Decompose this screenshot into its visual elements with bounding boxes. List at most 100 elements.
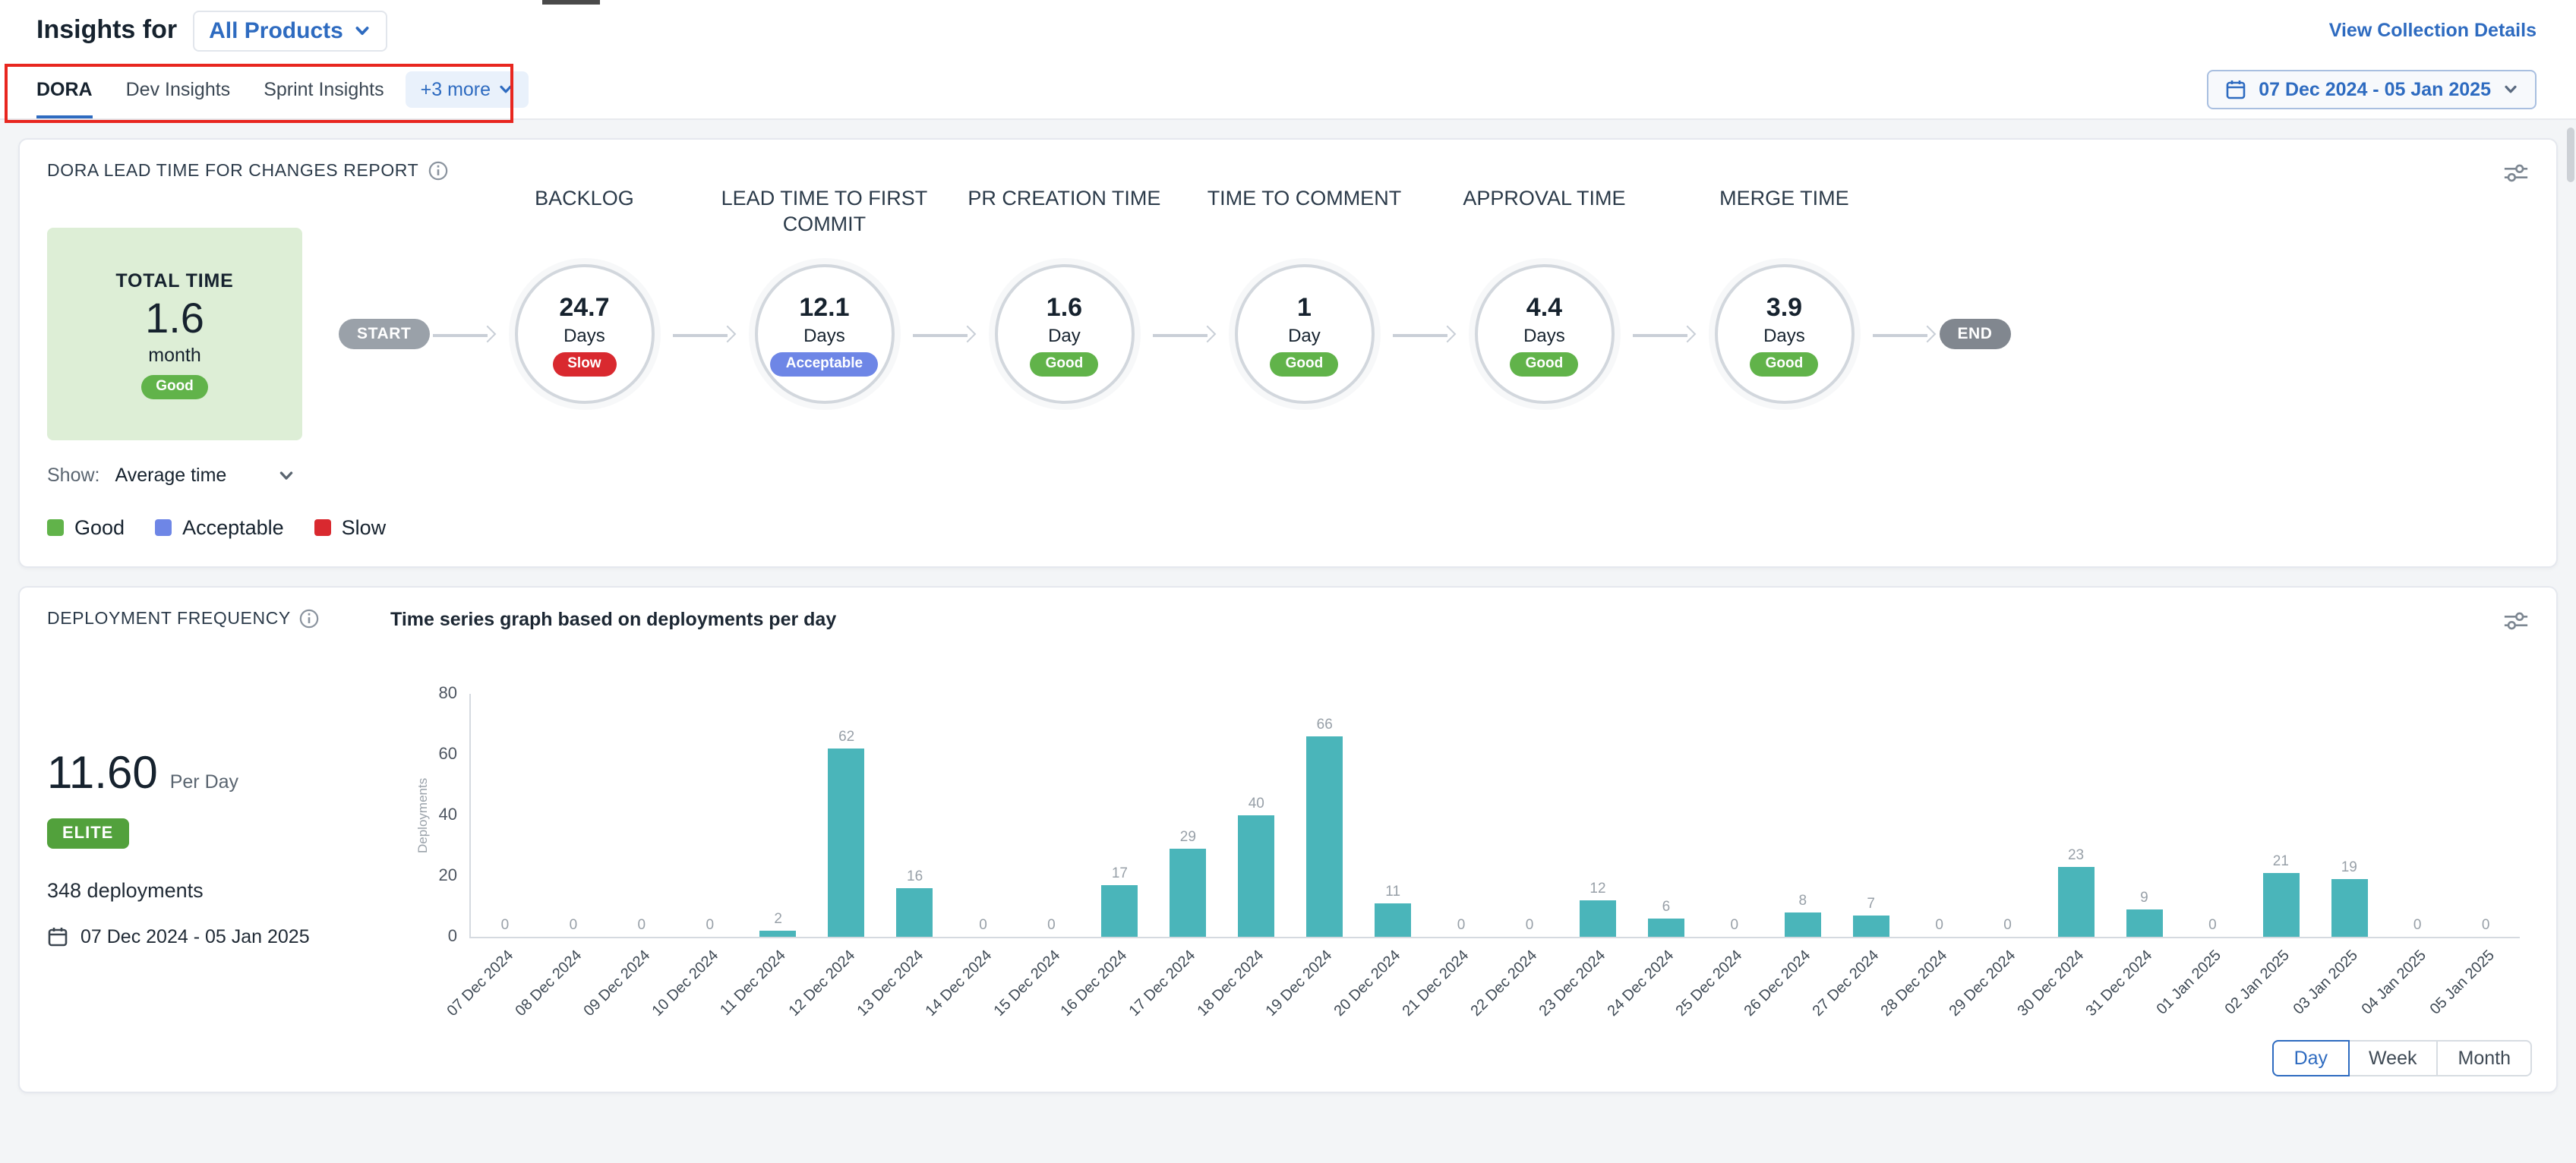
deployment-bar [897, 888, 933, 937]
bar-value-label: 12 [1589, 881, 1605, 897]
bar-slot: 211 Dec 2024 [744, 694, 813, 937]
x-axis-label: 30 Dec 2024 [2015, 947, 2088, 1020]
bar-slot: 2102 Jan 2025 [2246, 694, 2315, 937]
tab-dev-insights[interactable]: Dev Insights [126, 61, 231, 118]
bar-slot: 021 Dec 2024 [1427, 694, 1495, 937]
stage-rating-badge: Good [1750, 351, 1819, 376]
bar-value-label: 16 [907, 868, 923, 885]
deployment-bar [1306, 736, 1343, 937]
deployment-bar [1648, 919, 1684, 937]
stage-label: LEAD TIME TO FIRST COMMIT [709, 185, 939, 237]
deployment-bar [1853, 916, 1889, 937]
x-axis-label: 24 Dec 2024 [1605, 947, 1678, 1020]
x-axis-label: 25 Dec 2024 [1674, 947, 1747, 1020]
stage-rating-badge: Good [1031, 351, 1099, 376]
deployment-bar [2126, 909, 2162, 937]
flow-arrow [1389, 317, 1459, 351]
page-header: Insights for All Products View Collectio… [0, 0, 2576, 61]
bar-value-label: 0 [706, 917, 714, 934]
total-time-value: 1.6 [145, 294, 204, 342]
info-icon[interactable] [428, 161, 447, 181]
show-metric-dropdown[interactable]: Show: Average time [47, 465, 295, 486]
deployment-bar [2262, 873, 2299, 937]
granularity-day[interactable]: Day [2273, 1040, 2349, 1076]
settings-sliders-icon[interactable] [2503, 161, 2529, 185]
chart-subtitle: Time series graph based on deployments p… [390, 609, 2503, 630]
settings-sliders-icon[interactable] [2503, 609, 2529, 633]
flow-end-pill: END [1939, 319, 2010, 349]
legend-label: Acceptable [182, 516, 284, 539]
date-range-picker[interactable]: 07 Dec 2024 - 05 Jan 2025 [2207, 70, 2537, 109]
deployment-bar [1785, 912, 1821, 937]
vertical-scrollbar[interactable] [2567, 128, 2574, 182]
bar-slot: 1613 Dec 2024 [881, 694, 949, 937]
x-axis-label: 03 Jan 2025 [2290, 947, 2360, 1018]
bar-slot: 001 Jan 2025 [2178, 694, 2246, 937]
granularity-month[interactable]: Month [2437, 1040, 2533, 1076]
legend-item: Good [47, 516, 125, 539]
x-axis-label: 04 Jan 2025 [2358, 947, 2429, 1018]
x-axis-label: 19 Dec 2024 [1264, 947, 1337, 1020]
total-rating-badge: Good [140, 374, 209, 399]
view-collection-details-link[interactable]: View Collection Details [2329, 20, 2537, 41]
deployment-rate-unit: Per Day [170, 771, 238, 793]
bar-value-label: 0 [979, 917, 987, 934]
stage-rating-badge: Acceptable [771, 351, 878, 376]
x-axis-label: 29 Dec 2024 [1946, 947, 2019, 1020]
chevron-down-icon [2503, 82, 2518, 97]
stage-value: 3.9 [1766, 292, 1802, 323]
rating-legend: GoodAcceptableSlow [47, 516, 2529, 539]
stage-lead-time-to-first-commit: LEAD TIME TO FIRST COMMIT12.1DaysAccepta… [739, 264, 909, 404]
deployment-bar [1375, 903, 1411, 937]
y-axis-tick: 80 [439, 685, 458, 703]
bar-value-label: 0 [1935, 917, 1943, 934]
bar-slot: 009 Dec 2024 [608, 694, 676, 937]
product-selector-value: All Products [209, 17, 343, 43]
more-tabs-label: +3 more [421, 79, 491, 100]
deployment-date-range-value: 07 Dec 2024 - 05 Jan 2025 [80, 926, 310, 947]
bar-value-label: 0 [2003, 917, 2012, 934]
bar-value-label: 0 [1457, 917, 1466, 934]
bar-slot: 025 Dec 2024 [1700, 694, 1769, 937]
x-axis-label: 28 Dec 2024 [1878, 947, 1951, 1020]
bar-value-label: 0 [570, 917, 578, 934]
product-selector-dropdown[interactable]: All Products [192, 10, 387, 51]
x-axis-label: 01 Jan 2025 [2154, 947, 2224, 1018]
tab-sprint-insights[interactable]: Sprint Insights [264, 61, 384, 118]
bar-slot: 015 Dec 2024 [1018, 694, 1086, 937]
bar-slot: 727 Dec 2024 [1837, 694, 1905, 937]
lead-time-card-title: DORA LEAD TIME FOR CHANGES REPORT [47, 161, 447, 181]
lead-time-card: DORA LEAD TIME FOR CHANGES REPORT TOTAL … [18, 138, 2558, 568]
y-axis-tick: 20 [439, 867, 458, 885]
stage-unit: Days [803, 324, 845, 345]
bar-slot: 1903 Jan 2025 [2315, 694, 2383, 937]
bar-slot: 2330 Dec 2024 [2042, 694, 2110, 937]
bar-value-label: 8 [1798, 893, 1807, 909]
tab-bar: DORADev InsightsSprint Insights +3 more … [0, 61, 2576, 120]
x-axis-label: 13 Dec 2024 [854, 947, 927, 1020]
more-tabs-button[interactable]: +3 more [406, 71, 529, 108]
bar-value-label: 17 [1112, 865, 1128, 882]
deployment-card-title: DEPLOYMENT FREQUENCY [47, 609, 390, 629]
tab-dora[interactable]: DORA [36, 61, 93, 118]
stage-unit: Days [1763, 324, 1805, 345]
chevron-down-icon [354, 22, 371, 39]
stage-approval-time: APPROVAL TIME4.4DaysGood [1459, 264, 1629, 404]
x-axis-label: 02 Jan 2025 [2221, 947, 2292, 1018]
granularity-week[interactable]: Week [2347, 1040, 2438, 1076]
calendar-icon [47, 926, 68, 947]
bar-value-label: 11 [1385, 884, 1400, 900]
bar-slot: 022 Dec 2024 [1495, 694, 1564, 937]
x-axis-label: 18 Dec 2024 [1195, 947, 1268, 1020]
legend-swatch [155, 519, 172, 536]
show-label: Show: [47, 465, 100, 486]
bar-slot: 008 Dec 2024 [539, 694, 608, 937]
flow-stages: BACKLOG24.7DaysSlowLEAD TIME TO FIRST CO… [429, 264, 1939, 404]
info-icon[interactable] [300, 609, 320, 629]
deployment-title-cell: DEPLOYMENT FREQUENCY [47, 609, 390, 629]
date-range-value: 07 Dec 2024 - 05 Jan 2025 [2259, 79, 2491, 100]
stage-circle: 1DayGood [1234, 264, 1374, 404]
page-title: Insights for [36, 15, 177, 46]
bar-value-label: 0 [2413, 917, 2422, 934]
x-axis-label: 17 Dec 2024 [1127, 947, 1200, 1020]
